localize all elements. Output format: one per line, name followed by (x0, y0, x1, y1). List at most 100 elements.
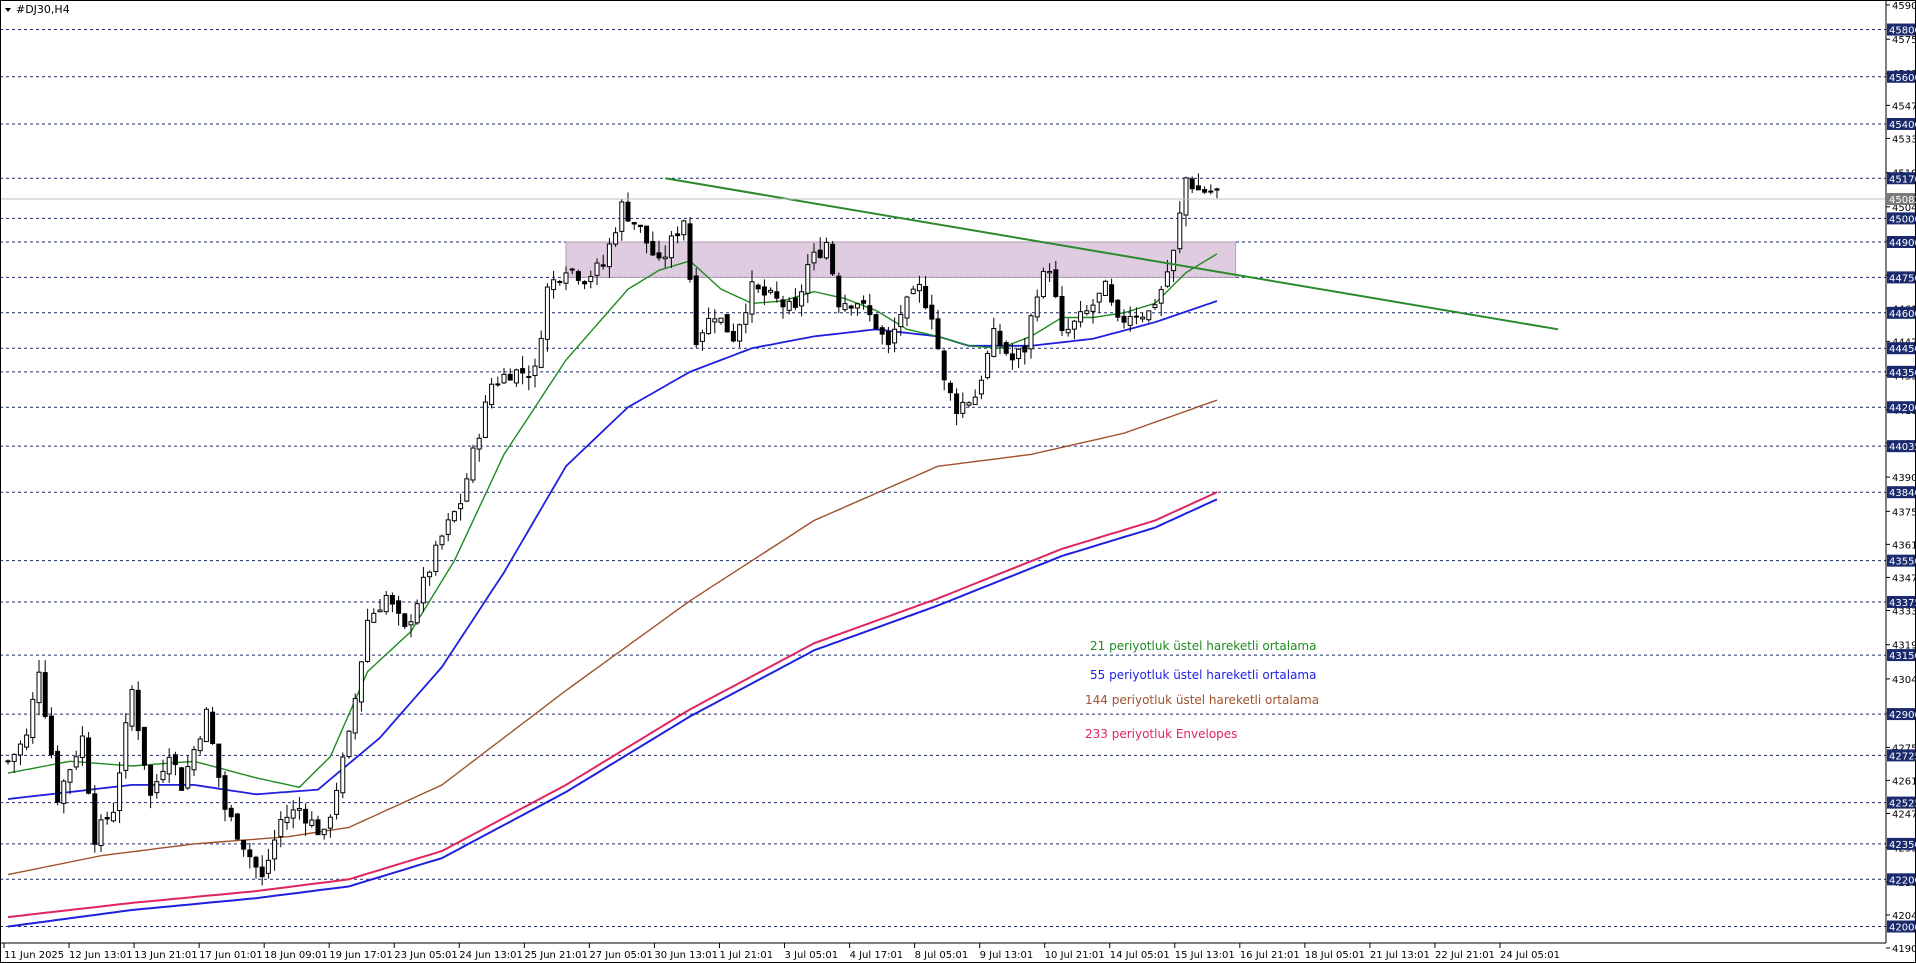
candle-body (830, 243, 836, 275)
candle-body (1146, 310, 1152, 321)
candle-body (656, 252, 662, 259)
candle-body (396, 600, 402, 614)
candle-body (73, 756, 79, 768)
candle-body (935, 318, 941, 350)
candle-body (129, 689, 135, 727)
candle-body (1053, 269, 1059, 298)
level-price-label: 44200 (1889, 403, 1916, 414)
candle-body (997, 330, 1003, 347)
candle-body (197, 738, 203, 752)
candle-body (631, 222, 637, 225)
candle-body (749, 281, 755, 315)
level-price-label: 45800 (1889, 26, 1916, 37)
candle-body (24, 734, 30, 748)
time-tick-label: 8 Jul 05:01 (915, 950, 969, 961)
candle-body (811, 251, 817, 264)
candle-body (1096, 292, 1102, 303)
level-price-label: 44035 (1889, 442, 1916, 453)
candle-body (352, 698, 358, 734)
candle-body (644, 225, 650, 244)
candle-body (625, 201, 631, 222)
candle-body (693, 275, 699, 346)
candle-body (786, 300, 792, 311)
time-tick-label: 17 Jun 01:01 (199, 950, 263, 961)
price-chart[interactable]: 4590445759456154547945339451944504944904… (0, 0, 1916, 963)
candle-body (11, 753, 17, 762)
candle-body (1164, 271, 1170, 287)
time-tick-label: 1 Jul 21:01 (719, 950, 773, 961)
candle-body (123, 722, 129, 771)
level-price-label: 43550 (1889, 557, 1916, 568)
candle-body (916, 283, 922, 292)
candle-body (141, 726, 147, 766)
candle-body (706, 317, 712, 335)
candle-body (538, 337, 544, 368)
candle-body (1140, 316, 1146, 320)
candle-body (712, 318, 718, 323)
candle-body (408, 621, 414, 626)
candle-body (755, 284, 761, 290)
candle-body (290, 809, 296, 819)
candle-body (774, 291, 780, 299)
price-tick-label: 45479 (1892, 101, 1916, 112)
candle-body (1059, 295, 1065, 332)
candle-body (892, 328, 898, 344)
time-tick-label: 4 Jul 17:01 (850, 950, 904, 961)
candle-body (1214, 188, 1220, 191)
level-price-label: 45000 (1889, 214, 1916, 225)
candle-body (910, 288, 916, 295)
candle-body (637, 224, 643, 227)
candle-body (507, 373, 513, 381)
candle-body (383, 594, 389, 613)
candle-body (439, 535, 445, 546)
candle-body (885, 331, 891, 346)
candle-body (768, 289, 774, 293)
price-tick-label: 45339 (1892, 134, 1916, 145)
level-price-label: 42350 (1889, 840, 1916, 851)
candle-body (365, 619, 371, 662)
candle-body (284, 816, 290, 824)
candle-body (699, 332, 705, 342)
candle-body (253, 856, 259, 868)
candle-body (278, 819, 284, 838)
price-tick-label: 43759 (1892, 507, 1916, 518)
candle-body (718, 317, 724, 323)
candle-body (309, 819, 315, 826)
price-tick-label: 41909 (1892, 944, 1916, 955)
level-price-label: 43375 (1889, 598, 1916, 609)
candle-body (1003, 342, 1009, 354)
candle-body (1102, 280, 1108, 296)
candle-body (823, 241, 829, 259)
price-tick-label: 42619 (1892, 776, 1916, 787)
candle-body (1171, 249, 1177, 272)
candle-body (879, 327, 885, 335)
candle-body (117, 772, 123, 812)
legend-envelopes: 233 periyotluk Envelopes (1085, 727, 1237, 741)
candle-body (371, 612, 377, 623)
candle-body (402, 613, 408, 627)
resistance-zone[interactable] (565, 241, 1237, 278)
candle-body (1040, 270, 1046, 298)
candle-body (247, 849, 253, 858)
candle-body (1022, 345, 1028, 353)
candle-body (606, 243, 612, 268)
candle-body (594, 262, 600, 276)
current-price-label: 45082 (1889, 195, 1916, 206)
candle-body (966, 402, 972, 406)
candle-body (55, 750, 61, 803)
price-tick-label: 43904 (1892, 473, 1916, 484)
candle-body (272, 839, 278, 860)
candle-body (848, 305, 854, 309)
price-tick-label: 45904 (1892, 1, 1916, 12)
time-tick-label: 25 Jun 21:01 (524, 950, 588, 961)
legend-ema55: 55 periyotluk üstel hareketli ortalama (1090, 668, 1316, 682)
candle-body (98, 819, 104, 847)
candle-body (1208, 190, 1214, 193)
candle-body (92, 793, 98, 845)
candle-body (451, 511, 457, 522)
candle-body (1195, 185, 1201, 191)
price-tick-label: 43049 (1892, 675, 1916, 686)
candle-body (303, 808, 309, 824)
candle-body (61, 780, 67, 804)
candle-body (854, 303, 860, 309)
